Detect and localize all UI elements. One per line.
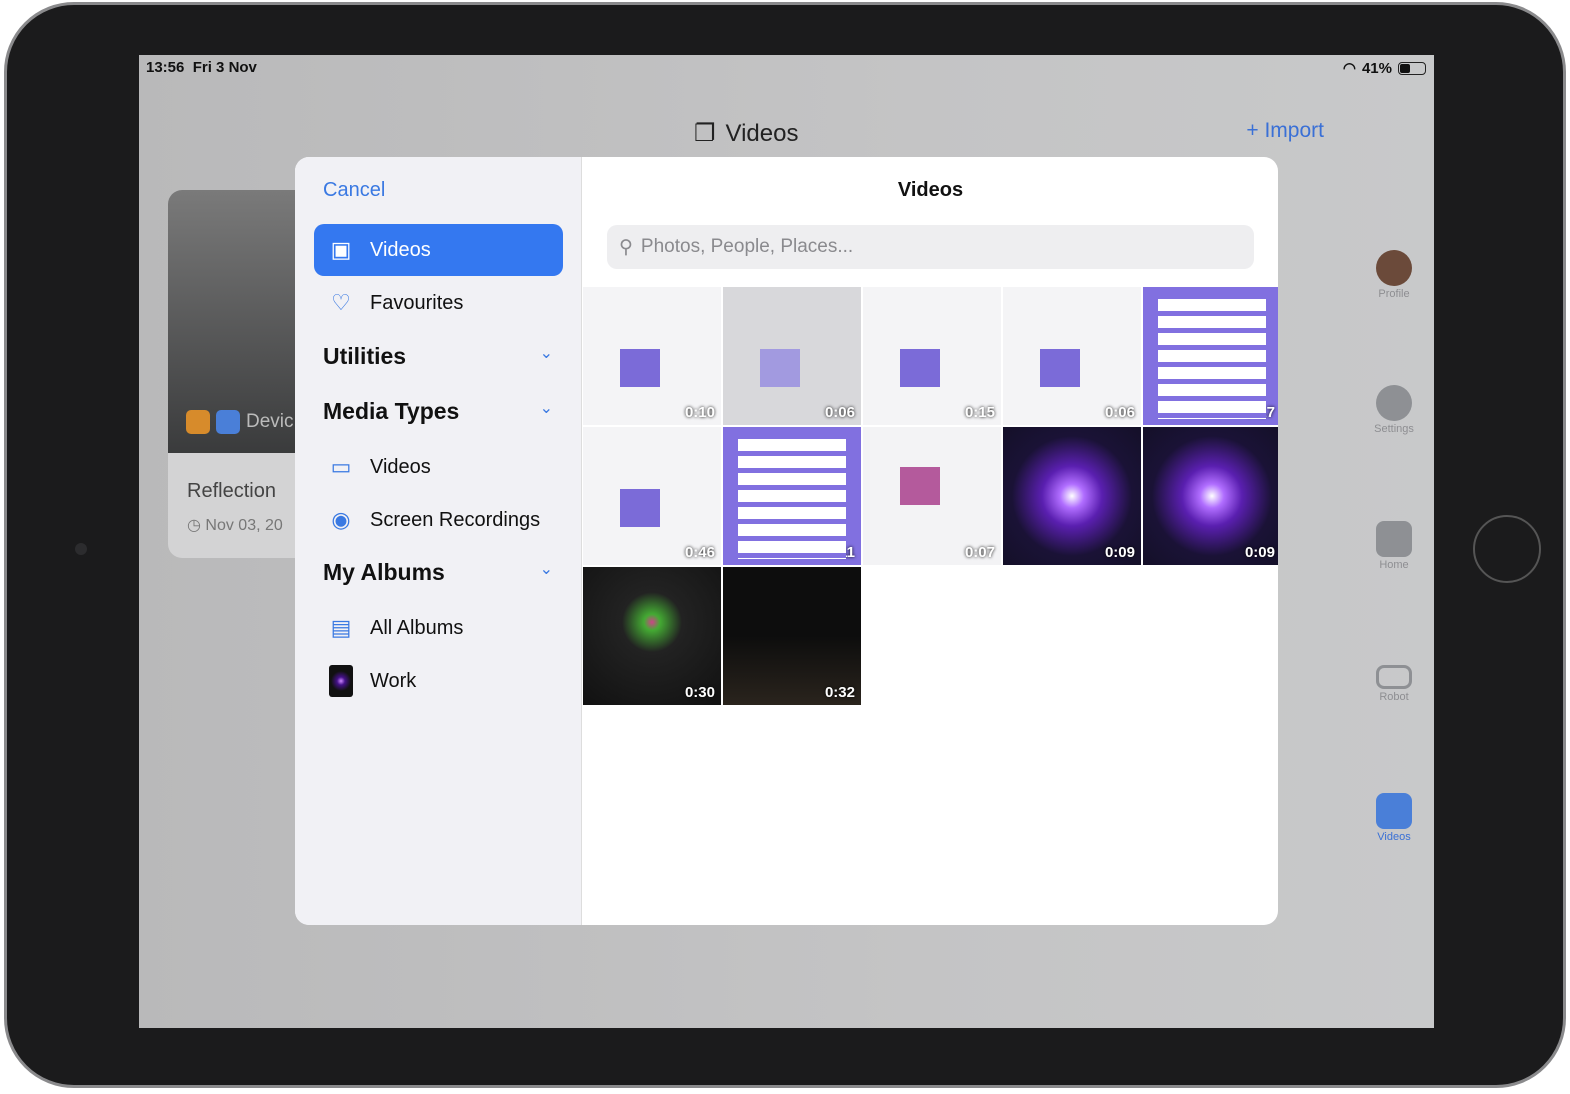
search-icon: ⚲ xyxy=(619,236,633,258)
device-icon xyxy=(186,410,210,434)
video-grid: 0:10 0:06 0:15 0:06 0:17 0:46 0:11 0:07 0:09 0:09… xyxy=(583,287,1278,705)
home-button[interactable] xyxy=(1473,515,1541,583)
heart-icon: ♡ xyxy=(331,290,351,315)
videos-icon xyxy=(1376,793,1412,829)
video-duration: 0:11 xyxy=(825,544,855,561)
video-date: ◷ Nov 03, 20 xyxy=(187,517,283,534)
record-icon: ◉ xyxy=(331,507,351,532)
video-duration: 0:06 xyxy=(1104,404,1135,421)
nav-settings[interactable]: Settings xyxy=(1354,385,1434,435)
video-thumbnail[interactable]: 0:07 xyxy=(863,427,1001,565)
cloud-icon xyxy=(216,410,240,434)
video-duration: 0:09 xyxy=(1104,544,1135,561)
home-icon xyxy=(1376,521,1412,557)
video-thumbnail[interactable]: 0:11 xyxy=(723,427,861,565)
albums-icon: ▤ xyxy=(330,615,352,640)
battery-percent: 41% xyxy=(1361,59,1392,77)
video-thumbnail[interactable]: 0:09 xyxy=(1143,427,1278,565)
video-duration: 0:32 xyxy=(824,684,855,701)
camera xyxy=(75,543,87,555)
nav-profile[interactable]: Profile xyxy=(1354,250,1434,300)
video-camera-icon: ▭ xyxy=(330,454,352,479)
picker-main: Videos ⚲ Photos, People, Places... 0:10 0:… xyxy=(583,157,1278,925)
video-duration: 0:07 xyxy=(964,544,995,561)
video-duration: 0:06 xyxy=(824,404,855,421)
video-thumbnail[interactable]: 0:09 xyxy=(1003,427,1141,565)
section-media-types[interactable]: Media Types ⌄ xyxy=(323,398,553,425)
battery-icon xyxy=(1398,61,1426,75)
picker-title: Videos xyxy=(897,179,964,201)
album-thumbnail xyxy=(326,665,356,697)
video-thumbnail[interactable]: 0:15 xyxy=(863,287,1001,425)
video-thumbnail[interactable]: 0:06 xyxy=(723,287,861,425)
sidebar-item-screen-recordings[interactable]: ◉ Screen Recordings xyxy=(314,494,563,546)
page-title: ❐ Videos xyxy=(694,119,799,148)
photos-icon: ▣ xyxy=(330,237,352,262)
nav-home[interactable]: Home xyxy=(1354,521,1434,571)
sidebar-item-all-albums[interactable]: ▤ All Albums xyxy=(314,602,563,654)
video-picker: Cancel ▣ Videos ♡ Favourites Utilities ⌄ Me… xyxy=(295,157,1278,925)
import-button[interactable]: + Import xyxy=(1246,119,1324,143)
sidebar-item-media-videos[interactable]: ▭ Videos xyxy=(314,441,563,493)
video-thumbnail[interactable]: 0:46 xyxy=(583,427,721,565)
avatar xyxy=(1376,250,1412,286)
robot-icon xyxy=(1376,665,1412,689)
sidebar-item-favourites[interactable]: ♡ Favourites xyxy=(314,277,563,329)
sidebar-item-videos[interactable]: ▣ Videos xyxy=(314,224,563,276)
video-thumbnail[interactable]: 0:30 xyxy=(583,567,721,705)
screen: 13:56 Fri 3 Nov ◠ 41% ❐ Videos + Import De… xyxy=(139,55,1434,1028)
chevron-down-icon: ⌄ xyxy=(539,561,553,578)
chevron-down-icon: ⌄ xyxy=(539,400,553,417)
video-duration: 0:30 xyxy=(684,684,715,701)
video-thumbnail[interactable]: 0:06 xyxy=(1003,287,1141,425)
video-name: Reflection xyxy=(187,480,276,502)
sidebar-item-work[interactable]: Work xyxy=(314,655,563,707)
picker-sidebar: Cancel ▣ Videos ♡ Favourites Utilities ⌄ Me… xyxy=(295,157,582,925)
video-thumbnail[interactable]: 0:17 xyxy=(1143,287,1278,425)
video-duration: 0:15 xyxy=(964,404,995,421)
video-duration: 0:46 xyxy=(684,544,715,561)
status-date: Fri 3 Nov xyxy=(192,59,257,76)
chevron-down-icon: ⌄ xyxy=(539,345,553,362)
video-duration: 0:17 xyxy=(1244,404,1275,421)
badge-label: Devic xyxy=(246,411,294,432)
nav-videos[interactable]: Videos xyxy=(1354,793,1434,843)
video-duration: 0:10 xyxy=(684,404,715,421)
status-time: 13:56 xyxy=(146,59,185,76)
videos-icon: ❐ xyxy=(694,120,716,147)
video-thumbnail[interactable]: 0:32 xyxy=(723,567,861,705)
video-duration: 0:09 xyxy=(1244,544,1275,561)
nav-robot[interactable]: Robot xyxy=(1354,657,1434,703)
video-thumbnail[interactable]: 0:10 xyxy=(583,287,721,425)
section-utilities[interactable]: Utilities ⌄ xyxy=(323,343,553,370)
wifi-icon: ◠ xyxy=(1342,60,1356,77)
gear-icon xyxy=(1376,385,1412,421)
section-my-albums[interactable]: My Albums ⌄ xyxy=(323,559,553,586)
search-input[interactable]: ⚲ Photos, People, Places... xyxy=(607,225,1254,269)
status-bar: 13:56 Fri 3 Nov ◠ 41% xyxy=(146,59,1426,77)
cancel-button[interactable]: Cancel xyxy=(323,179,385,202)
